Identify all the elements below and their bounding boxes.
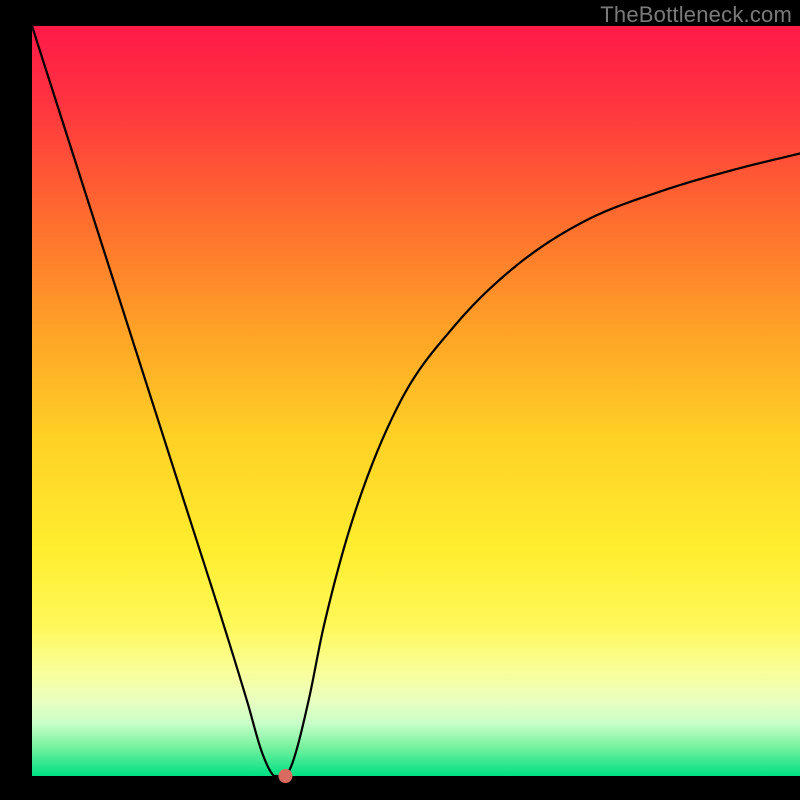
minimum-marker — [278, 769, 292, 783]
watermark-text: TheBottleneck.com — [600, 2, 792, 28]
bottleneck-chart — [0, 0, 800, 800]
chart-frame: TheBottleneck.com — [0, 0, 800, 800]
plot-background — [32, 26, 800, 776]
